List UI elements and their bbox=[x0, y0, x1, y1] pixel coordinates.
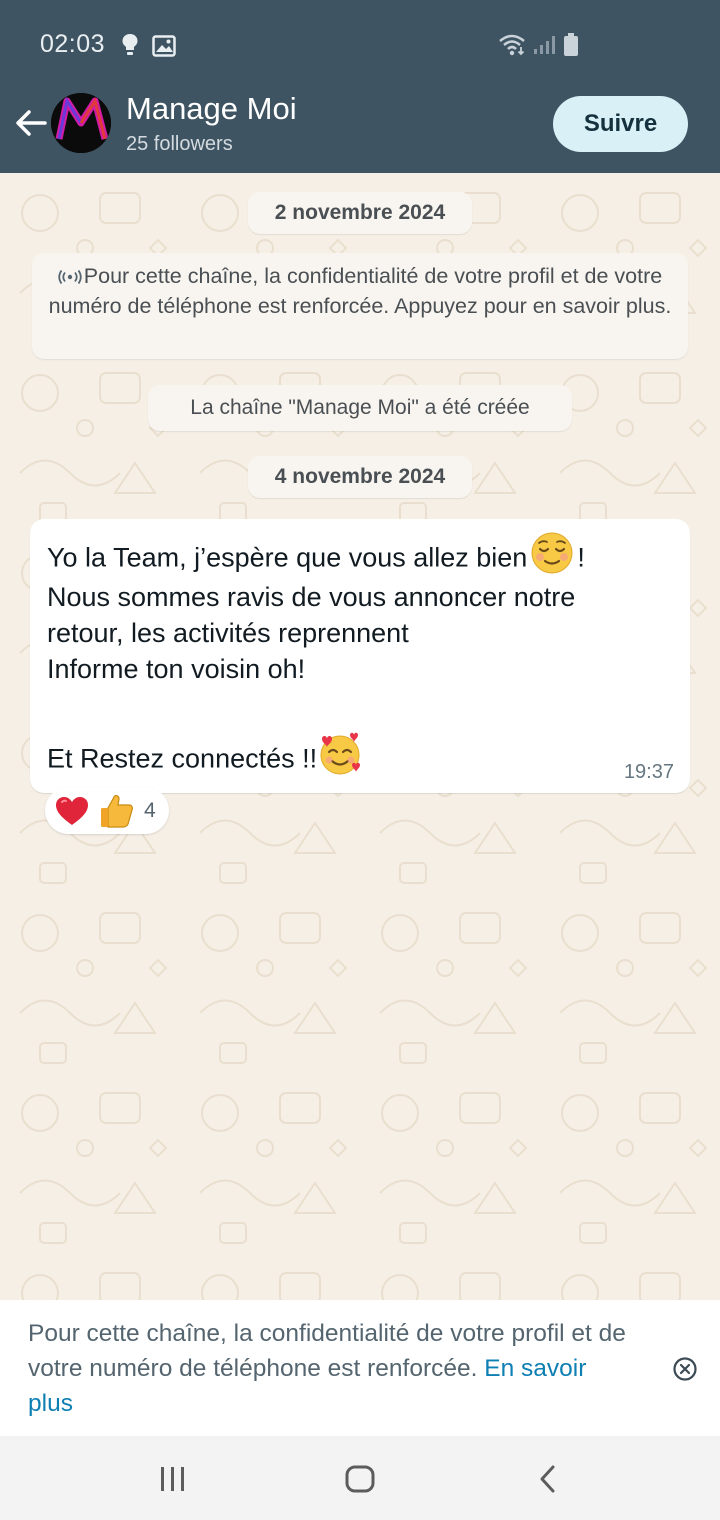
relieved-face-emoji bbox=[530, 531, 574, 582]
message-text: Et Restez connectés !! bbox=[47, 743, 318, 774]
top-bar: 02:03 Manage Moi 25 followers Suivre bbox=[0, 0, 720, 173]
privacy-note-text: Pour cette chaîne, la confidentialité de… bbox=[48, 264, 672, 318]
smiling-face-with-hearts-emoji bbox=[317, 731, 363, 784]
message-text: Nous sommes ravis de vous annoncer notre bbox=[47, 582, 576, 612]
followers-count: 25 followers bbox=[126, 133, 233, 155]
recents-icon bbox=[161, 1467, 184, 1491]
lightbulb-icon bbox=[121, 33, 139, 62]
battery-icon bbox=[563, 33, 579, 62]
reaction-count: 4 bbox=[144, 798, 156, 822]
message-line: Et Restez connectés !! bbox=[47, 732, 366, 784]
arrow-left-icon bbox=[16, 110, 47, 136]
back-button[interactable] bbox=[12, 104, 50, 142]
date-separator: 2 novembre 2024 bbox=[248, 192, 472, 234]
home-button[interactable] bbox=[340, 1460, 380, 1498]
follow-button[interactable]: Suivre bbox=[553, 96, 688, 152]
channel-title[interactable]: Manage Moi bbox=[126, 91, 297, 127]
chevron-left-icon bbox=[540, 1465, 555, 1493]
close-notice-button[interactable] bbox=[672, 1356, 698, 1382]
message-line: Yo la Team, j’espère que vous allez bien… bbox=[47, 532, 585, 582]
channel-created-note: La chaîne "Manage Moi" a été créée bbox=[148, 385, 572, 431]
signal-icon bbox=[533, 35, 555, 60]
home-icon bbox=[345, 1465, 375, 1493]
wifi-icon bbox=[498, 33, 528, 62]
channel-avatar[interactable] bbox=[51, 93, 111, 153]
close-circle-icon bbox=[673, 1357, 697, 1381]
message-text: ! bbox=[577, 542, 585, 573]
image-icon bbox=[152, 35, 176, 62]
privacy-system-note[interactable]: Pour cette chaîne, la confidentialité de… bbox=[32, 253, 688, 359]
reactions-pill[interactable]: 4 bbox=[45, 787, 169, 834]
broadcast-icon bbox=[58, 270, 82, 285]
message-text: Yo la Team, j’espère que vous allez bien bbox=[47, 542, 528, 573]
date-separator: 4 novembre 2024 bbox=[248, 456, 472, 498]
message-text: retour, les activités reprennent bbox=[47, 618, 409, 648]
message-text: Informe ton voisin oh! bbox=[47, 654, 306, 684]
heart-icon bbox=[56, 796, 88, 825]
channel-screen: 02:03 Manage Moi 25 followers Suivre 2 n… bbox=[0, 0, 720, 1520]
recent-apps-button[interactable] bbox=[153, 1460, 193, 1498]
nav-back-button[interactable] bbox=[528, 1460, 568, 1498]
system-nav-bar bbox=[0, 1436, 720, 1520]
notice-text-block: Pour cette chaîne, la confidentialité de… bbox=[28, 1316, 638, 1421]
status-bar: 02:03 bbox=[0, 0, 720, 88]
thumbs-up-icon bbox=[101, 794, 133, 828]
message-time: 19:37 bbox=[623, 761, 674, 783]
status-time: 02:03 bbox=[40, 30, 106, 58]
privacy-notice-banner: Pour cette chaîne, la confidentialité de… bbox=[0, 1300, 720, 1436]
message-bubble[interactable]: Yo la Team, j’espère que vous allez bien… bbox=[30, 519, 690, 793]
chat-area[interactable]: 2 novembre 2024 Pour cette chaîne, la co… bbox=[0, 173, 720, 1300]
